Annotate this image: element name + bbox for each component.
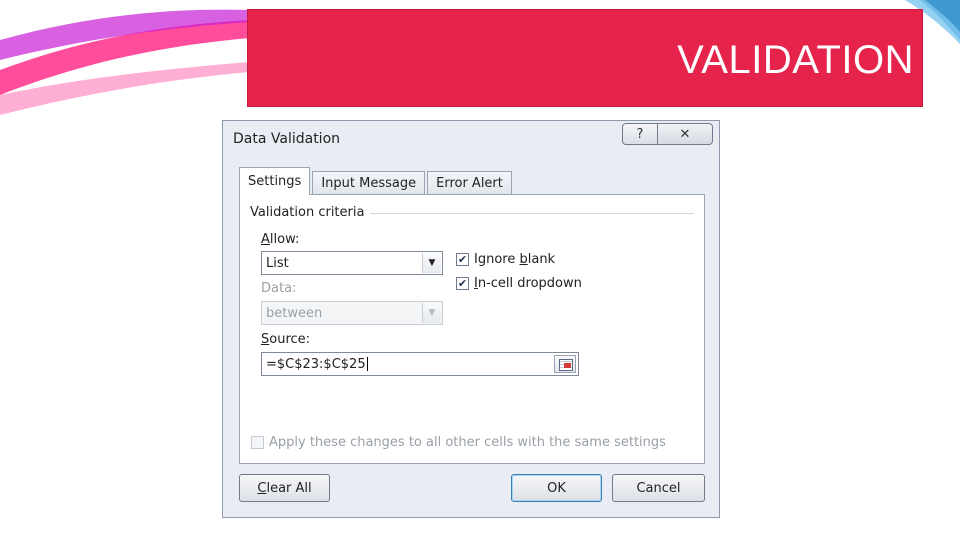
text-caret <box>366 357 368 371</box>
incell-dropdown-checkbox[interactable]: ✔ In-cell dropdown <box>456 276 582 291</box>
close-button[interactable]: ✕ <box>658 123 713 145</box>
allow-label: Allow: <box>261 232 300 247</box>
criteria-legend: Validation criteria <box>250 205 371 220</box>
clear-all-button[interactable]: Clear All <box>239 474 330 502</box>
help-icon: ? <box>636 126 644 142</box>
range-select-marker <box>564 363 571 368</box>
tab-input-message[interactable]: Input Message <box>312 171 426 195</box>
clear-all-label: Clear All <box>257 480 312 496</box>
source-label: Source: <box>261 332 311 347</box>
checkbox-checked-icon: ✔ <box>456 253 469 266</box>
slide-title: VALIDATION <box>677 38 914 82</box>
chevron-down-icon: ▼ <box>422 303 441 323</box>
ignore-blank-label: Ignore blank <box>474 252 556 267</box>
tab-settings[interactable]: Settings <box>239 167 311 195</box>
close-icon: ✕ <box>679 126 691 142</box>
title-bar-buttons: ? ✕ <box>622 123 713 145</box>
apply-all-label: Apply these changes to all other cells w… <box>269 435 666 450</box>
checkbox-unchecked-icon <box>251 436 264 449</box>
source-input-value: =$C$23:$C$25 <box>266 356 366 372</box>
criteria-divider <box>358 213 694 214</box>
range-select-button[interactable] <box>554 355 576 373</box>
tab-error-alert[interactable]: Error Alert <box>427 171 512 195</box>
settings-panel: Validation criteria Allow: List ▼ ✔ Igno… <box>239 194 705 464</box>
slide-title-banner: VALIDATION <box>247 9 923 107</box>
data-label: Data: <box>261 281 297 296</box>
source-input[interactable]: =$C$23:$C$25 <box>261 352 579 376</box>
dialog-title: Data Validation <box>233 131 341 147</box>
ok-button[interactable]: OK <box>511 474 602 502</box>
data-select-value: between <box>266 305 323 321</box>
incell-dropdown-label: In-cell dropdown <box>474 276 582 291</box>
allow-select[interactable]: List ▼ <box>261 251 443 275</box>
chevron-down-icon: ▼ <box>422 253 441 273</box>
apply-all-checkbox: Apply these changes to all other cells w… <box>251 435 666 450</box>
data-validation-dialog: Data Validation ? ✕ Settings Input Messa… <box>222 120 720 518</box>
help-button[interactable]: ? <box>622 123 658 145</box>
allow-select-value: List <box>266 255 289 271</box>
tab-strip: Settings Input Message Error Alert <box>239 167 514 195</box>
cancel-button[interactable]: Cancel <box>612 474 705 502</box>
data-select: between ▼ <box>261 301 443 325</box>
checkbox-checked-icon: ✔ <box>456 277 469 290</box>
ignore-blank-checkbox[interactable]: ✔ Ignore blank <box>456 252 555 267</box>
